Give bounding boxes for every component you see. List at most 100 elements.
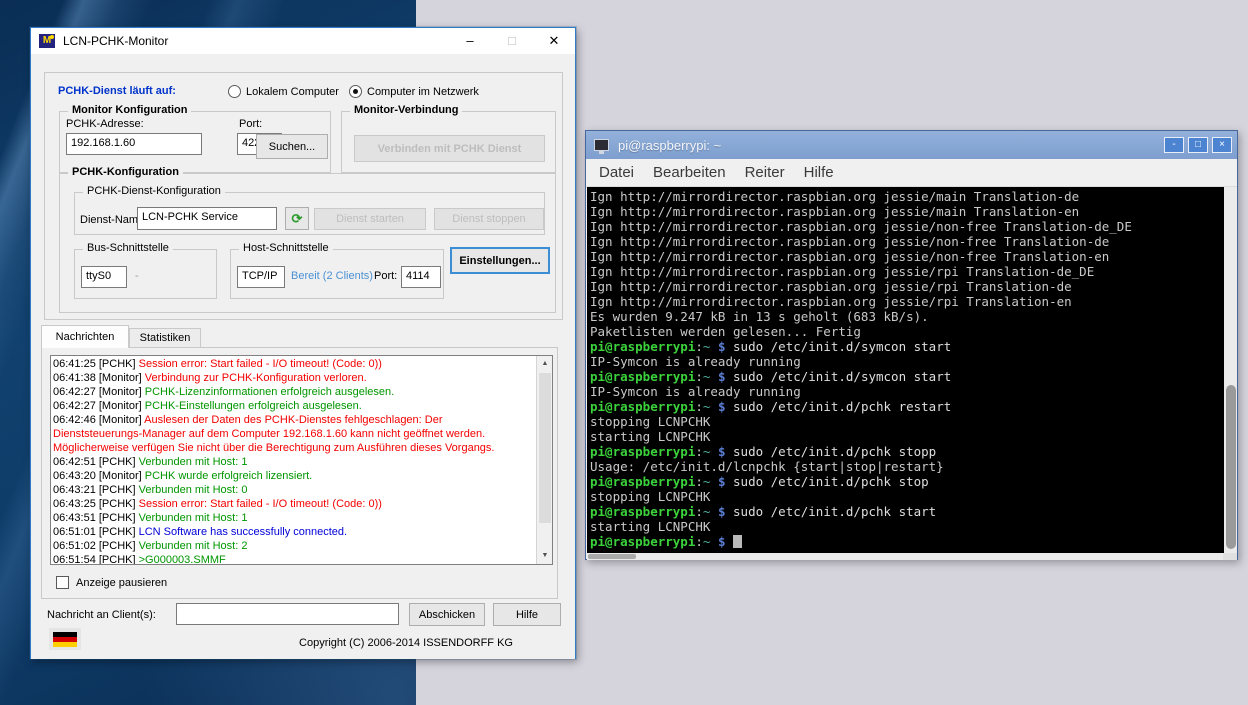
terminal-line: Ign http://mirrordirector.raspbian.org j… bbox=[590, 219, 1215, 234]
client-message-label: Nachricht an Client(s): bbox=[47, 609, 156, 621]
messages-list: 06:41:25 [PCHK] Session error: Start fai… bbox=[53, 357, 533, 565]
radio-local-computer[interactable] bbox=[228, 85, 241, 98]
terminal-line: pi@raspberrypi:~ $ sudo /etc/init.d/symc… bbox=[590, 339, 1215, 354]
log-message: 06:51:01 [PCHK] LCN Software has success… bbox=[53, 525, 533, 539]
service-start-button: Dienst starten bbox=[314, 208, 426, 230]
radio-network-computer-label[interactable]: Computer im Netzwerk bbox=[367, 86, 479, 98]
help-button[interactable]: Hilfe bbox=[493, 603, 561, 626]
terminal-line: pi@raspberrypi:~ $ sudo /etc/init.d/pchk… bbox=[590, 474, 1215, 489]
terminal-maximize-button[interactable]: □ bbox=[1188, 137, 1208, 153]
terminal-line: Ign http://mirrordirector.raspbian.org j… bbox=[590, 234, 1215, 249]
desktop: M LCN-PCHK-Monitor – □ ✕ PCHK-Dienst läu… bbox=[0, 0, 1248, 705]
monitor-config-title: Monitor Konfiguration bbox=[68, 104, 191, 116]
terminal-window: pi@raspberrypi: ~ - □ × Datei Bearbeiten… bbox=[585, 130, 1238, 560]
terminal-line: pi@raspberrypi:~ $ sudo /etc/init.d/symc… bbox=[590, 369, 1215, 384]
send-button[interactable]: Abschicken bbox=[409, 603, 485, 626]
terminal-line: IP-Symcon is already running bbox=[590, 354, 1215, 369]
radio-local-computer-label[interactable]: Lokalem Computer bbox=[246, 86, 339, 98]
terminal-window-title: pi@raspberrypi: ~ bbox=[618, 138, 721, 153]
lcn-pchk-monitor-window: M LCN-PCHK-Monitor – □ ✕ PCHK-Dienst läu… bbox=[30, 27, 576, 659]
menu-bearbeiten[interactable]: Bearbeiten bbox=[653, 164, 726, 181]
monitor-config-group: Monitor Konfiguration PCHK-Adresse: Port… bbox=[59, 111, 331, 173]
host-port-input[interactable]: 4114 bbox=[401, 266, 441, 288]
message-listbox[interactable]: 06:41:25 [PCHK] Session error: Start fai… bbox=[50, 355, 553, 565]
radio-network-computer[interactable] bbox=[349, 85, 362, 98]
menu-hilfe[interactable]: Hilfe bbox=[804, 164, 834, 181]
lcn-titlebar[interactable]: M LCN-PCHK-Monitor – □ ✕ bbox=[31, 28, 575, 54]
host-interface-input[interactable]: TCP/IP bbox=[237, 266, 285, 288]
client-message-input[interactable] bbox=[176, 603, 399, 625]
tab-nachrichten[interactable]: Nachrichten bbox=[41, 325, 129, 348]
terminal-close-button[interactable]: × bbox=[1212, 137, 1232, 153]
terminal-cursor bbox=[733, 535, 742, 548]
pause-display-label[interactable]: Anzeige pausieren bbox=[76, 577, 167, 589]
log-message: 06:42:46 [Monitor] Auslesen der Daten de… bbox=[53, 413, 533, 455]
terminal-line: Ign http://mirrordirector.raspbian.org j… bbox=[590, 249, 1215, 264]
refresh-icon: ⟳ bbox=[292, 211, 303, 227]
terminal-titlebar[interactable]: pi@raspberrypi: ~ - □ × bbox=[586, 131, 1237, 159]
terminal-app-icon bbox=[594, 139, 609, 151]
pause-display-checkbox[interactable] bbox=[56, 576, 69, 589]
scrollbar-thumb[interactable] bbox=[539, 373, 551, 523]
terminal-scrollbar-corner bbox=[1223, 553, 1237, 560]
log-message: 06:51:02 [PCHK] Verbunden mit Host: 2 bbox=[53, 539, 533, 553]
terminal-line: Ign http://mirrordirector.raspbian.org j… bbox=[590, 189, 1215, 204]
service-config-title: PCHK-Dienst-Konfiguration bbox=[83, 185, 225, 197]
terminal-menubar: Datei Bearbeiten Reiter Hilfe bbox=[586, 159, 1237, 187]
terminal-content[interactable]: Ign http://mirrordirector.raspbian.org j… bbox=[587, 187, 1237, 553]
terminal-line: pi@raspberrypi:~ $ sudo /etc/init.d/pchk… bbox=[590, 399, 1215, 414]
settings-button[interactable]: Einstellungen... bbox=[450, 247, 550, 274]
lcn-client-area: PCHK-Dienst läuft auf: Lokalem Computer … bbox=[31, 54, 575, 659]
port-label: Port: bbox=[239, 118, 262, 130]
terminal-hscrollbar[interactable] bbox=[587, 553, 1224, 560]
terminal-hscrollbar-thumb[interactable] bbox=[588, 554, 636, 559]
terminal-scrollbar-thumb[interactable] bbox=[1226, 385, 1236, 550]
bus-interface-title: Bus-Schnittstelle bbox=[83, 242, 173, 254]
terminal-line: Ign http://mirrordirector.raspbian.org j… bbox=[590, 204, 1215, 219]
german-flag-icon bbox=[53, 632, 77, 647]
log-message: 06:42:51 [PCHK] Verbunden mit Host: 1 bbox=[53, 455, 533, 469]
terminal-line: pi@raspberrypi:~ $ bbox=[590, 534, 1215, 549]
bus-dash-label: - bbox=[135, 270, 139, 282]
terminal-line: IP-Symcon is already running bbox=[590, 384, 1215, 399]
service-runs-on-label: PCHK-Dienst läuft auf: bbox=[58, 85, 176, 97]
search-button[interactable]: Suchen... bbox=[256, 134, 328, 159]
terminal-output: Ign http://mirrordirector.raspbian.org j… bbox=[590, 189, 1215, 549]
lcn-window-title: LCN-PCHK-Monitor bbox=[63, 34, 168, 48]
terminal-line: Ign http://mirrordirector.raspbian.org j… bbox=[590, 264, 1215, 279]
pchk-address-label: PCHK-Adresse: bbox=[66, 118, 144, 130]
language-button[interactable] bbox=[49, 628, 81, 650]
terminal-line: stopping LCNPCHK bbox=[590, 414, 1215, 429]
minimize-button[interactable]: – bbox=[449, 28, 491, 54]
copyright-text: Copyright (C) 2006-2014 ISSENDORFF KG bbox=[241, 637, 571, 649]
tab-statistiken[interactable]: Statistiken bbox=[129, 328, 201, 348]
bus-interface-input[interactable]: ttyS0 bbox=[81, 266, 127, 288]
pchk-address-input[interactable]: 192.168.1.60 bbox=[66, 133, 202, 155]
lcn-app-icon: M bbox=[39, 34, 55, 48]
menu-datei[interactable]: Datei bbox=[599, 164, 634, 181]
close-button[interactable]: ✕ bbox=[533, 28, 575, 54]
connect-pchk-button: Verbinden mit PCHK Dienst bbox=[354, 135, 545, 162]
terminal-line: Es wurden 9.247 kB in 13 s geholt (683 k… bbox=[590, 309, 1215, 324]
monitor-connection-title: Monitor-Verbindung bbox=[350, 104, 462, 116]
log-message: 06:51:54 [PCHK] >G000003.SMMF bbox=[53, 553, 533, 565]
terminal-minimize-button[interactable]: - bbox=[1164, 137, 1184, 153]
pchk-config-title: PCHK-Konfiguration bbox=[68, 166, 183, 178]
terminal-line: Ign http://mirrordirector.raspbian.org j… bbox=[590, 279, 1215, 294]
terminal-line: pi@raspberrypi:~ $ sudo /etc/init.d/pchk… bbox=[590, 444, 1215, 459]
service-name-input[interactable]: LCN-PCHK Service bbox=[137, 207, 277, 230]
log-message: 06:41:38 [Monitor] Verbindung zur PCHK-K… bbox=[53, 371, 533, 385]
scroll-up-icon[interactable]: ▲ bbox=[537, 356, 553, 372]
terminal-line: pi@raspberrypi:~ $ sudo /etc/init.d/pchk… bbox=[590, 504, 1215, 519]
terminal-line: starting LCNPCHK bbox=[590, 429, 1215, 444]
listbox-scrollbar[interactable]: ▲ ▼ bbox=[536, 356, 552, 564]
menu-reiter[interactable]: Reiter bbox=[745, 164, 785, 181]
messages-tab-panel: 06:41:25 [PCHK] Session error: Start fai… bbox=[41, 347, 558, 599]
terminal-scrollbar[interactable] bbox=[1224, 187, 1237, 553]
log-message: 06:42:27 [Monitor] PCHK-Einstellungen er… bbox=[53, 399, 533, 413]
scroll-down-icon[interactable]: ▼ bbox=[537, 548, 553, 564]
refresh-service-button[interactable]: ⟳ bbox=[285, 207, 309, 230]
service-stop-button: Dienst stoppen bbox=[434, 208, 544, 230]
monitor-connection-group: Monitor-Verbindung Verbinden mit PCHK Di… bbox=[341, 111, 556, 173]
pchk-config-group: PCHK-Konfiguration PCHK-Dienst-Konfigura… bbox=[59, 173, 556, 313]
